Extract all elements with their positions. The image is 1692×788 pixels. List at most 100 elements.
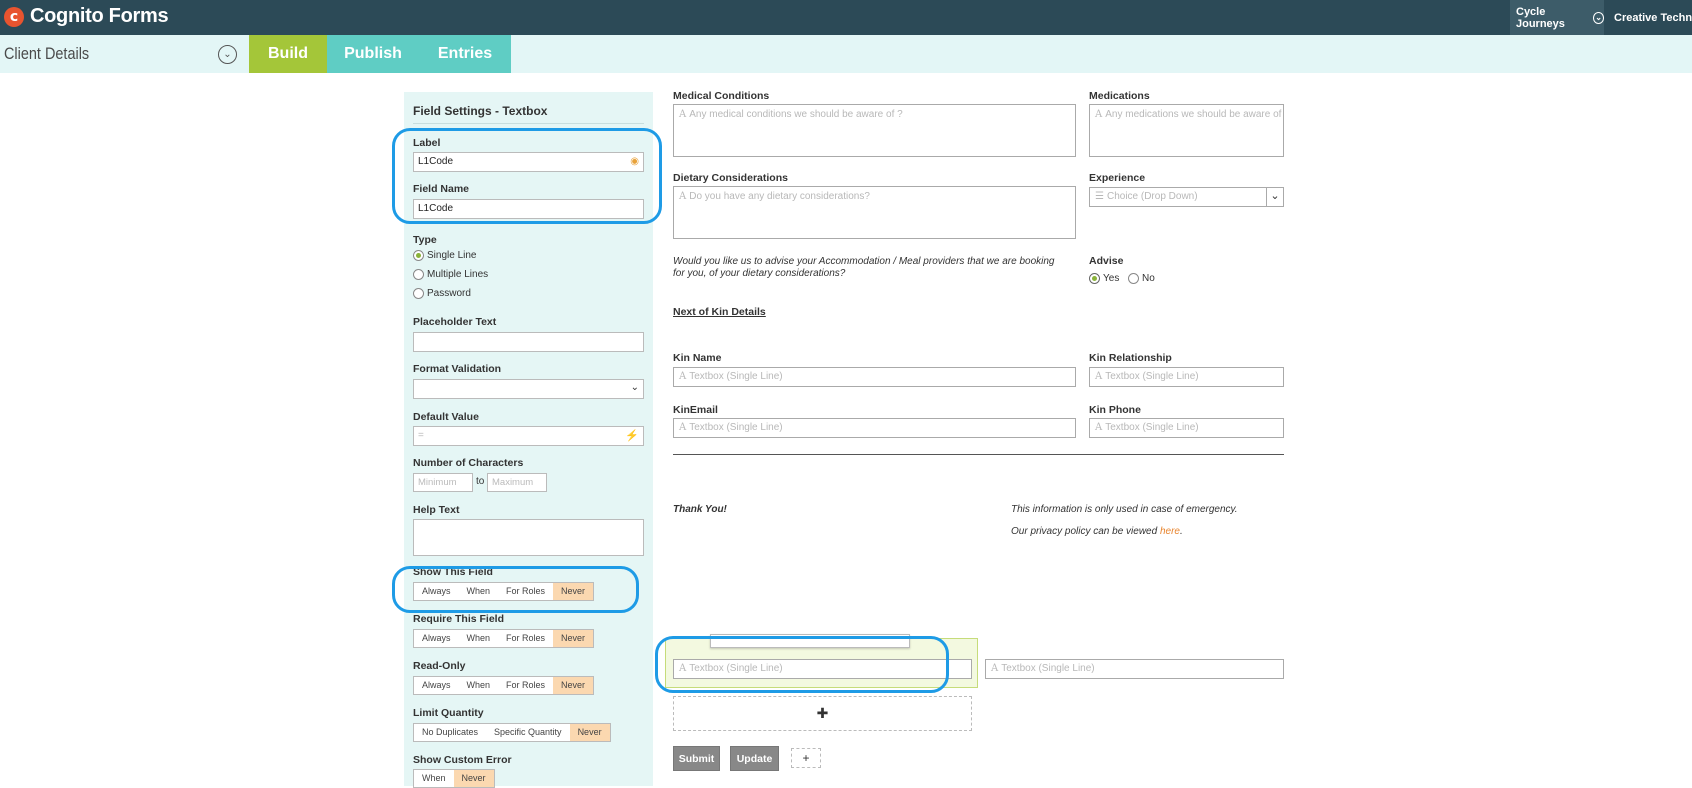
format-label: Format Validation — [413, 363, 502, 375]
option-specific-quantity[interactable]: Specific Quantity — [486, 724, 570, 741]
radio-selected-icon — [1089, 273, 1100, 284]
chevron-down-icon: ⌄ — [1266, 188, 1283, 206]
text-field-icon: A — [991, 663, 999, 674]
kin-name-placeholder: Textbox (Single Line) — [689, 371, 783, 382]
lightning-icon[interactable]: ⚡ — [625, 429, 639, 442]
medications-textarea[interactable]: A Any medications we should be aware of ? — [1089, 104, 1284, 157]
option-never[interactable]: Never — [569, 724, 610, 741]
text-field-icon: A — [1095, 371, 1103, 382]
tab-publish[interactable]: Publish — [327, 35, 419, 73]
help-text-label: Help Text — [413, 504, 460, 516]
kin-relationship-placeholder: Textbox (Single Line) — [1105, 371, 1199, 382]
medications-label: Medications — [1089, 90, 1150, 102]
format-select[interactable]: ⌄ — [413, 379, 644, 399]
require-field-options: Always When For Roles Never — [413, 629, 595, 648]
placeholder-input[interactable] — [413, 332, 644, 352]
privacy-note-text: Our privacy policy can be viewed — [1011, 526, 1160, 537]
privacy-link[interactable]: here — [1160, 526, 1180, 537]
type-single-line[interactable]: Single Line — [413, 250, 476, 261]
advise-no[interactable]: No — [1128, 273, 1155, 284]
option-when[interactable]: When — [459, 630, 499, 647]
read-only-label: Read-Only — [413, 660, 466, 672]
kin-email-input[interactable]: A Textbox (Single Line) — [673, 418, 1076, 438]
kin-email-label: KinEmail — [673, 404, 718, 416]
chars-min-input[interactable]: Minimum — [413, 473, 473, 492]
highlight-oval — [392, 566, 639, 613]
option-for-roles[interactable]: For Roles — [498, 630, 553, 647]
type-option-label: Password — [427, 288, 471, 299]
type-option-label: Single Line — [427, 250, 477, 261]
kin-name-label: Kin Name — [673, 352, 722, 364]
list-icon: ☰ — [1095, 191, 1104, 202]
textbox-input[interactable]: A Textbox (Single Line) — [985, 659, 1284, 679]
radio-icon — [1128, 273, 1139, 284]
org-switcher[interactable]: Cycle Journeys ⌄ — [1510, 0, 1604, 35]
plus-icon: ✚ — [816, 705, 829, 721]
read-only-options: Always When For Roles Never — [413, 676, 595, 695]
medical-placeholder: Any medical conditions we should be awar… — [689, 109, 903, 120]
form-nav-bar: Client Details ⌄ Build Publish Entries — [0, 35, 1692, 73]
cognito-logo-icon: c — [4, 6, 24, 27]
highlight-oval — [392, 128, 662, 224]
option-when[interactable]: When — [459, 677, 499, 694]
kin-phone-placeholder: Textbox (Single Line) — [1105, 422, 1199, 433]
medical-textarea[interactable]: A Any medical conditions we should be awa… — [673, 104, 1076, 157]
limit-quantity-label: Limit Quantity — [413, 707, 484, 719]
text-field-icon: A — [679, 371, 687, 382]
text-field-icon: A — [1095, 109, 1103, 120]
radio-icon — [413, 288, 424, 299]
type-option-label: Multiple Lines — [427, 269, 489, 280]
company-name[interactable]: Creative Technolog — [1614, 0, 1692, 35]
privacy-note-end: . — [1179, 526, 1183, 537]
chevron-down-icon[interactable]: ⌄ — [218, 45, 237, 64]
kin-relationship-input[interactable]: A Textbox (Single Line) — [1089, 367, 1284, 387]
top-bar: c Cognito Forms Cycle Journeys ⌄ Creativ… — [0, 0, 1692, 35]
option-never[interactable]: Never — [453, 770, 494, 787]
advise-no-label: No — [1142, 273, 1155, 284]
org-name: Cycle Journeys — [1516, 5, 1565, 30]
kin-email-placeholder: Textbox (Single Line) — [689, 422, 783, 433]
option-always[interactable]: Always — [414, 630, 459, 647]
medications-placeholder: Any medications we should be aware of ? — [1105, 109, 1284, 120]
require-field-label: Require This Field — [413, 613, 505, 625]
chevron-down-icon: ⌄ — [1593, 11, 1604, 24]
text-field-icon: A — [1095, 422, 1103, 433]
settings-header: Field Settings - Textbox — [413, 104, 644, 124]
tab-entries[interactable]: Entries — [419, 35, 511, 73]
custom-error-label: Show Custom Error — [413, 754, 512, 766]
add-field-area[interactable]: ✚ — [673, 696, 972, 731]
kin-phone-label: Kin Phone — [1089, 404, 1141, 416]
option-when[interactable]: When — [414, 770, 454, 787]
help-text-input[interactable] — [413, 519, 644, 556]
chars-max-input[interactable]: Maximum — [487, 473, 547, 492]
submit-button[interactable]: Submit — [673, 746, 720, 771]
advise-label: Advise — [1089, 255, 1124, 267]
app-logo[interactable]: c Cognito Forms — [4, 5, 169, 28]
option-always[interactable]: Always — [414, 677, 459, 694]
type-multiple-lines[interactable]: Multiple Lines — [413, 269, 488, 280]
privacy-note: Our privacy policy can be viewed here. — [1011, 526, 1183, 537]
add-button[interactable]: + — [791, 748, 821, 768]
option-never[interactable]: Never — [553, 677, 594, 694]
tab-build[interactable]: Build — [249, 35, 327, 73]
experience-placeholder: Choice (Drop Down) — [1106, 191, 1198, 202]
dietary-question: Would you like us to advise your Accommo… — [673, 256, 1055, 279]
dietary-textarea[interactable]: A Do you have any dietary considerations? — [673, 186, 1076, 239]
advise-yes[interactable]: Yes — [1089, 273, 1119, 284]
thank-you-text: Thank You! — [673, 504, 727, 515]
kin-phone-input[interactable]: A Textbox (Single Line) — [1089, 418, 1284, 438]
experience-dropdown[interactable]: ☰ Choice (Drop Down) ⌄ — [1089, 187, 1284, 207]
update-button[interactable]: Update — [730, 746, 779, 771]
type-password[interactable]: Password — [413, 288, 471, 299]
advise-yes-label: Yes — [1103, 273, 1120, 284]
chevron-down-icon: ⌄ — [630, 382, 639, 393]
kin-name-input[interactable]: A Textbox (Single Line) — [673, 367, 1076, 387]
dietary-label: Dietary Considerations — [673, 172, 788, 184]
option-for-roles[interactable]: For Roles — [498, 677, 553, 694]
option-never[interactable]: Never — [553, 630, 594, 647]
option-no-duplicates[interactable]: No Duplicates — [414, 724, 486, 741]
highlight-oval — [655, 636, 949, 693]
radio-selected-icon — [413, 250, 424, 261]
default-value-input[interactable]: = ⚡ — [413, 426, 644, 446]
emergency-note: This information is only used in case of… — [1011, 504, 1238, 515]
